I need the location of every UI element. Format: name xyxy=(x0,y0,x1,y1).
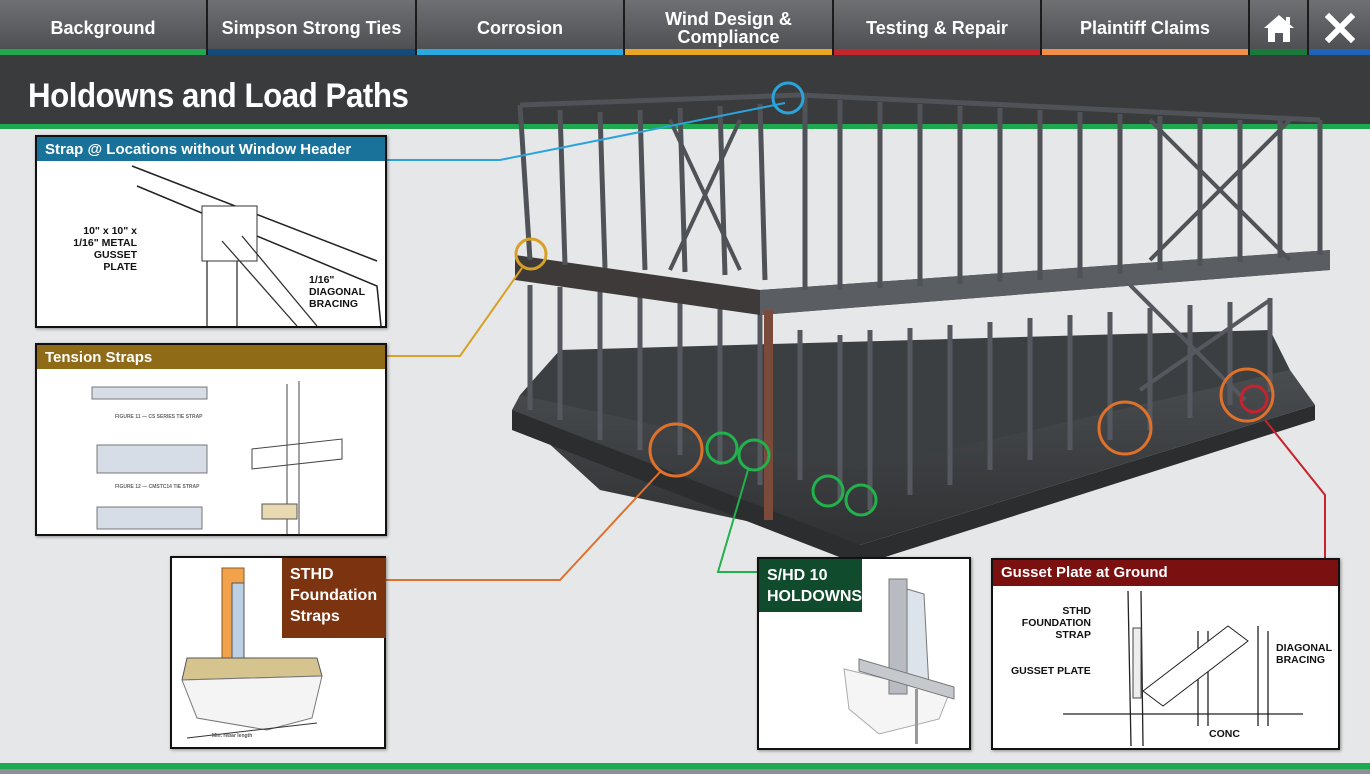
gusset-leader-line xyxy=(1264,419,1326,558)
tension-leader-line xyxy=(385,267,523,357)
sthd-strap-label: STHD FOUNDATION STRAP xyxy=(1021,605,1091,641)
callout-header: Strap @ Locations without Window Header xyxy=(37,137,385,161)
callout-sthd-foundation-straps[interactable]: STHD Foundation Straps Min. rebar length xyxy=(170,556,386,749)
gusset-size-label: 10" x 10" x 1/16" METAL GUSSET PLATE xyxy=(73,225,137,273)
callout-shd10-holdowns[interactable]: S/HD 10 HOLDOWNS xyxy=(757,557,971,750)
callout-gusset-plate-ground[interactable]: Gusset Plate at Ground STHD FOUNDATION STR… xyxy=(991,558,1340,750)
tension-strap-drawing xyxy=(91,381,343,534)
figure-caption-2: FIGURE 12 — CMSTC14 TIE STRAP xyxy=(115,484,200,490)
diagonal-bracing-label: 1/16" DIAGONAL BRACING xyxy=(309,274,365,310)
second-floor-walls xyxy=(517,92,1323,290)
corner-post xyxy=(764,310,773,520)
callout-header: Tension Straps xyxy=(37,345,385,369)
callout-header: STHD Foundation Straps xyxy=(282,558,386,638)
figure-caption-1: FIGURE 11 — CS SERIES TIE STRAP xyxy=(115,414,203,420)
conc-label: CONC xyxy=(1209,728,1240,740)
callout-strap-locations[interactable]: Strap @ Locations without Window Header … xyxy=(35,135,387,328)
callout-tension-straps[interactable]: Tension Straps FIGURE 11 — CS SERIES TIE… xyxy=(35,343,387,536)
callout-header: S/HD 10 HOLDOWNS xyxy=(759,559,862,612)
footer-strip xyxy=(0,769,1370,774)
rebar-length-label: Min. rebar length xyxy=(212,733,253,739)
gusset-plate-label: GUSSET PLATE xyxy=(1011,665,1091,677)
callout-header: Gusset Plate at Ground xyxy=(993,560,1338,586)
diagonal-bracing-label: DIAGONAL BRACING xyxy=(1276,642,1332,666)
foundation-slab xyxy=(512,330,1315,565)
